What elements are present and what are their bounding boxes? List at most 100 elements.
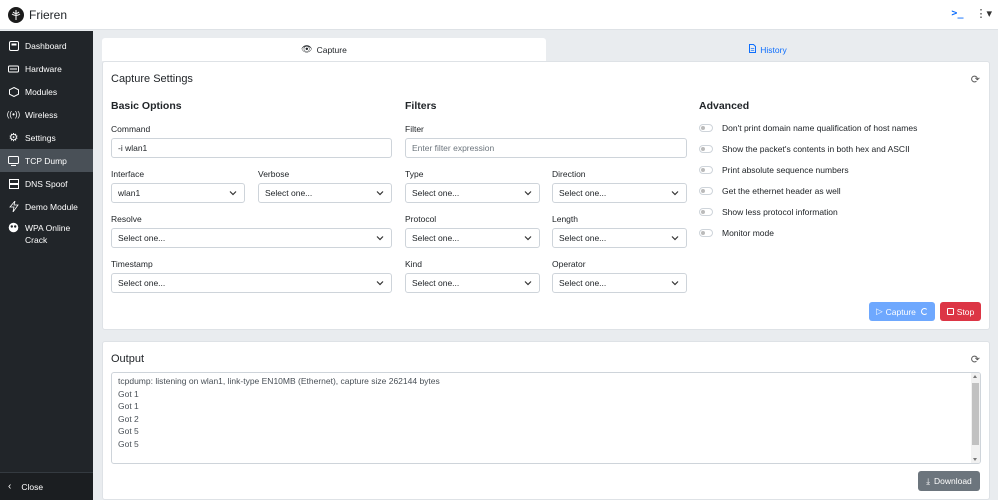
main-content: 👁︎ Capture History Capture Settings ⟳ Ba… [93,31,998,500]
tab-capture[interactable]: 👁︎ Capture [102,38,546,61]
tab-label: Capture [316,44,347,55]
advanced-option-label: Monitor mode [722,228,774,238]
output-card: Output ⟳ tcpdump: listening on wlan1, li… [102,341,990,500]
filter-input[interactable]: Enter filter expression [405,138,687,158]
card-title: Output [111,353,145,365]
toggle-switch[interactable] [699,229,713,237]
advanced-option: Don't print domain name qualification of… [699,123,917,133]
spinner-icon [920,308,928,315]
sidebar-close-button[interactable]: ‹ Close [0,472,93,500]
verbose-select-value: Select one... [265,188,313,198]
verbose-select[interactable]: Select one... [258,183,392,203]
output-line: Got 5 [118,426,139,436]
resolve-select[interactable]: Select one... [111,228,392,248]
app-title: Frieren [29,7,68,22]
sidebar-item-wireless[interactable]: ((•)) Wireless [0,103,93,126]
toggle-switch[interactable] [699,145,713,153]
toggle-switch[interactable] [699,208,713,216]
advanced-option: Get the ethernet header as well [699,186,841,196]
sidebar-item-wpa-online-crack[interactable]: WPA Online Crack [0,218,93,248]
filter-label: Filter [405,124,424,134]
stop-button[interactable]: Stop [940,302,981,321]
sidebar-item-dashboard[interactable]: Dashboard [0,34,93,57]
advanced-option: Show the packet's contents in both hex a… [699,144,910,154]
chevron-down-icon [524,191,532,196]
bolt-icon [8,201,19,212]
timestamp-select-value: Select one... [118,278,166,288]
chevron-down-icon [671,281,679,286]
gear-icon: ⚙ [8,132,19,144]
sidebar-item-modules[interactable]: Modules [0,80,93,103]
top-navbar: Frieren >_ ⋮▾ [0,0,998,30]
advanced-option-label: Show less protocol information [722,207,838,217]
refresh-icon[interactable]: ⟳ [971,73,980,86]
direction-label: Direction [552,169,586,179]
scrollbar-thumb[interactable] [972,383,979,445]
brand[interactable]: Frieren [8,6,68,23]
sidebar-close-label: Close [21,481,44,492]
sidebar-item-label: WPA Online Crack [25,223,71,245]
advanced-option: Print absolute sequence numbers [699,165,849,175]
timestamp-select[interactable]: Select one... [111,273,392,293]
terminal-icon[interactable]: >_ [951,8,963,19]
resolve-label: Resolve [111,214,142,224]
length-select[interactable]: Select one... [552,228,687,248]
sidebar-item-tcp-dump[interactable]: TCP Dump [0,149,93,172]
kind-select-value: Select one... [412,278,460,288]
sidebar-item-demo-module[interactable]: Demo Module [0,195,93,218]
sidebar-item-label: Wireless [25,109,58,120]
chevron-down-icon [376,191,384,196]
protocol-select-value: Select one... [412,233,460,243]
length-label: Length [552,214,578,224]
advanced-option-label: Print absolute sequence numbers [722,165,849,175]
interface-select-value: wlan1 [118,188,141,198]
protocol-label: Protocol [405,214,437,224]
sidebar-item-dns-spoof[interactable]: DNS Spoof [0,172,93,195]
interface-select[interactable]: wlan1 [111,183,245,203]
advanced-option: Monitor mode [699,228,774,238]
chevron-down-icon [671,191,679,196]
chevron-down-icon [376,281,384,286]
output-line: Got 2 [118,413,139,424]
output-textarea[interactable]: tcpdump: listening on wlan1, link-type E… [111,372,981,464]
toggle-switch[interactable] [699,187,713,195]
operator-select-value: Select one... [559,278,607,288]
dashboard-icon [8,40,19,51]
resolve-select-value: Select one... [118,233,166,243]
filters-heading: Filters [405,100,437,112]
operator-select[interactable]: Select one... [552,273,687,293]
wireless-icon: ((•)) [6,110,21,119]
kind-select[interactable]: Select one... [405,273,540,293]
output-line: Got 1 [118,401,139,411]
toggle-switch[interactable] [699,166,713,174]
capture-button[interactable]: ▷ Capture [869,302,935,321]
scroll-up-icon[interactable] [973,375,977,378]
advanced-option: Show less protocol information [699,207,838,217]
chevron-left-icon: ‹ [8,481,12,492]
sidebar-item-hardware[interactable]: Hardware [0,57,93,80]
sidebar-item-label: Dashboard [25,40,67,51]
more-menu-icon[interactable]: ⋮▾ [975,7,992,20]
protocol-select[interactable]: Select one... [405,228,540,248]
capture-button-label: Capture [885,306,916,317]
command-input[interactable]: -i wlan1 [111,138,392,158]
type-select[interactable]: Select one... [405,183,540,203]
modules-icon [8,86,19,97]
chevron-down-icon [229,191,237,196]
sidebar-item-settings[interactable]: ⚙ Settings [0,126,93,149]
length-select-value: Select one... [559,233,607,243]
scroll-down-icon[interactable] [973,458,977,461]
advanced-option-label: Don't print domain name qualification of… [722,123,918,133]
stop-button-label: Stop [956,306,975,317]
direction-select[interactable]: Select one... [552,183,687,203]
output-scrollbar[interactable] [971,373,980,463]
command-label: Command [111,124,151,134]
verbose-label: Verbose [258,169,290,179]
tab-history[interactable]: History [546,38,990,61]
download-button[interactable]: ⤓ Download [918,471,980,491]
sidebar-item-label: DNS Spoof [25,178,68,189]
toggle-switch[interactable] [699,124,713,132]
refresh-icon[interactable]: ⟳ [971,353,980,366]
play-icon: ▷ [876,306,883,316]
sidebar-item-label: Settings [25,132,56,143]
